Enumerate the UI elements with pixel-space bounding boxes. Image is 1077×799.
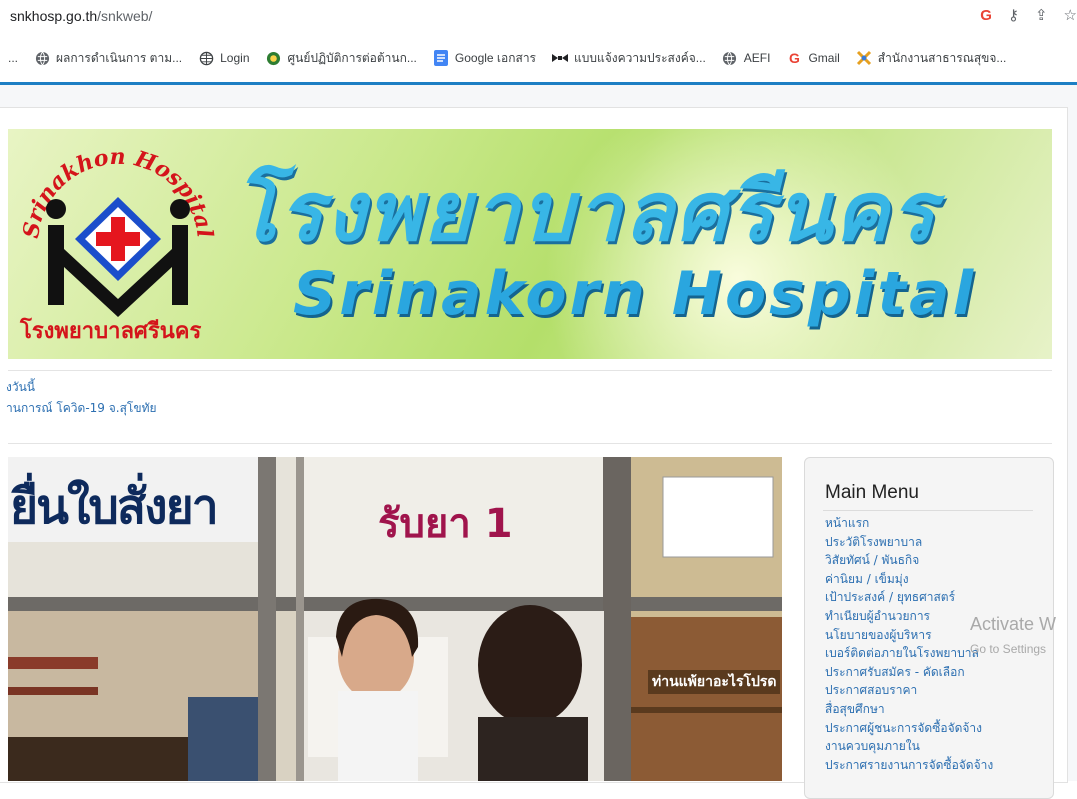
menu-item-vision[interactable]: วิสัยทัศน์ / พันธกิจ	[825, 551, 993, 570]
menu-item-price-inquiry[interactable]: ประกาศสอบราคา	[825, 681, 993, 700]
logo-caption: โรงพยาบาลศรีนคร	[20, 319, 202, 344]
bookmark-label: ...	[8, 51, 19, 65]
globe-icon	[34, 50, 50, 66]
address-bar[interactable]: snkhosp.go.th/snkweb/ G ⚷ ⇪ ☆	[0, 0, 1077, 36]
google-lens-icon[interactable]: G	[980, 7, 992, 24]
docs-icon	[433, 50, 449, 66]
menu-item-home[interactable]: หน้าแรก	[825, 514, 993, 533]
page-content: Srinakhon Hospital โรงพยาบาลศรีนคร โรงพย…	[0, 85, 1077, 799]
menu-item-procurement-winners[interactable]: ประกาศผู้ชนะการจัดซื้อจัดจ้าง	[825, 719, 993, 738]
menu-item-recruitment[interactable]: ประกาศรับสมัคร - คัดเลือก	[825, 663, 993, 682]
password-key-icon[interactable]: ⚷	[1008, 6, 1019, 24]
menu-item-policy[interactable]: นโยบายของผู้บริหาร	[825, 626, 993, 645]
divider	[8, 370, 1052, 371]
menu-item-history[interactable]: ประวัติโรงพยาบาล	[825, 533, 993, 552]
activation-watermark-sub: Go to Settings	[970, 642, 1047, 656]
bookmark-overflow[interactable]: ...	[8, 51, 18, 65]
web-icon	[198, 50, 214, 66]
bookmark-item[interactable]: ศูนย์ปฏิบัติการต่อต้านก...	[266, 49, 417, 68]
photo-sign-text: ยื่นใบสั่งยา	[10, 479, 219, 535]
bookmark-star-icon[interactable]: ☆	[1064, 6, 1077, 24]
google-icon: G	[789, 50, 800, 66]
menu-item-strategy[interactable]: เป้าประสงค์ / ยุทธศาสตร์	[825, 588, 993, 607]
bookmarks-bar: ... ผลการดำเนินการ ตาม... Login ศูนย์ปฏิ…	[0, 38, 1077, 78]
bookmark-label: Login	[220, 51, 250, 65]
news-link[interactable]: งวันนี้	[6, 377, 157, 398]
main-menu-list: หน้าแรก ประวัติโรงพยาบาล วิสัยทัศน์ / พั…	[825, 514, 993, 774]
bookmark-label: AEFI	[743, 51, 771, 65]
bookmark-item[interactable]: Login	[198, 50, 250, 66]
menu-item-health-media[interactable]: สื่อสุขศึกษา	[825, 700, 993, 719]
url-path: /snkweb/	[97, 8, 153, 24]
bookmark-label: ศูนย์ปฏิบัติการต่อต้านก...	[287, 50, 417, 65]
menu-item-values[interactable]: ค่านิยม / เข็มมุ่ง	[825, 570, 993, 589]
bookmark-item[interactable]: แบบแจ้งความประสงค์จ...	[552, 49, 706, 68]
banner-thai-title: โรงพยาบาลศรีนคร	[233, 165, 937, 260]
bookmark-item[interactable]: ผลการดำเนินการ ตาม...	[34, 49, 182, 68]
bookmark-item[interactable]: AEFI	[722, 50, 771, 66]
bookmark-label: ผลการดำเนินการ ตาม...	[56, 50, 183, 65]
menu-item-directors[interactable]: ทำเนียบผู้อำนวยการ	[825, 607, 993, 626]
news-links: งวันนี้ านการณ์ โควิด-19 จ.สุโขทัย	[6, 377, 157, 419]
bookmark-item[interactable]: G Gmail	[786, 50, 840, 66]
news-link[interactable]: านการณ์ โควิด-19 จ.สุโขทัย	[6, 398, 157, 419]
share-icon[interactable]: ⇪	[1035, 6, 1048, 24]
divider	[823, 510, 1033, 511]
bookmark-label: แบบแจ้งความประสงค์จ...	[574, 50, 706, 65]
photo-sign-text: ท่านแพ้ยาอะไรโปรด	[648, 670, 781, 694]
bookmark-item[interactable]: Google เอกสาร	[433, 49, 536, 68]
slideshow-photo[interactable]: ยื่นใบสั่งยา รับยา 1 ท่านแพ้ยาอะไรโปรด	[8, 457, 782, 781]
office-icon	[856, 50, 872, 66]
photo-sign-text: รับยา 1	[378, 501, 513, 547]
main-menu-title: Main Menu	[825, 482, 919, 503]
activation-watermark: Activate W	[970, 614, 1057, 634]
menu-item-phone-numbers[interactable]: เบอร์ติดต่อภายในโรงพยาบาล	[825, 644, 993, 663]
bookmark-item[interactable]: สำนักงานสาธารณสุขจ...	[856, 49, 1007, 68]
bookmark-label: สำนักงานสาธารณสุขจ...	[877, 50, 1007, 65]
globe-icon	[722, 50, 738, 66]
menu-item-procurement-reports[interactable]: ประกาศรายงานการจัดซื้อจัดจ้าง	[825, 756, 993, 775]
bookmark-label: Google เอกสาร	[454, 50, 537, 65]
hospital-banner: Srinakhon Hospital โรงพยาบาลศรีนคร โรงพย…	[8, 129, 1052, 359]
url-field[interactable]: snkhosp.go.th/snkweb/	[10, 8, 152, 24]
bookmark-label: Gmail	[808, 51, 840, 65]
divider	[8, 443, 1052, 444]
site-icon	[266, 50, 282, 66]
form-icon	[552, 50, 569, 66]
menu-item-internal-control[interactable]: งานควบคุมภายใน	[825, 737, 993, 756]
url-host: snkhosp.go.th	[10, 8, 98, 24]
banner-english-title: Srinakorn Hospital	[293, 259, 977, 329]
